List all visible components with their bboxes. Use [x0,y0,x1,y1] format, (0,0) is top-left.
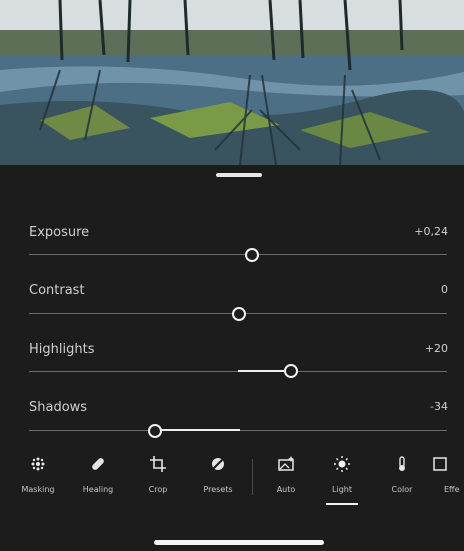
contrast-slider-thumb[interactable] [232,307,246,321]
tool-auto[interactable]: Auto [256,455,316,494]
highlights-slider-fill [238,370,284,372]
active-tab-indicator [326,503,358,505]
exposure-slider-thumb[interactable] [245,248,259,262]
crop-icon [128,455,188,479]
slider-label: Contrast [29,283,85,298]
tool-bar: Masking Healing Crop Presets Auto Light … [0,455,464,525]
tool-crop[interactable]: Crop [128,455,188,494]
tool-light[interactable]: Light [312,455,372,494]
tool-masking[interactable]: Masking [8,455,68,494]
slider-row-contrast: Contrast 0 [0,283,464,341]
slider-row-exposure: Exposure +0,24 [0,225,464,283]
toolbar-divider [252,459,253,495]
shadows-slider-thumb[interactable] [148,424,162,438]
exposure-slider-track[interactable] [29,254,447,255]
tool-label: Healing [82,485,114,494]
tool-effects[interactable]: Effe [424,455,464,494]
slider-value: +0,24 [414,225,448,238]
photo-preview [0,0,464,165]
tool-label: Presets [203,485,233,494]
masking-icon [8,455,68,479]
tool-label: Auto [276,485,296,494]
home-indicator[interactable] [154,540,324,545]
presets-icon [188,455,248,479]
slider-value: +20 [424,342,448,355]
drag-handle[interactable] [216,173,262,177]
tool-label: Masking [21,485,55,494]
tool-healing[interactable]: Healing [68,455,128,494]
tool-label: Crop [148,485,168,494]
tool-label: Color [391,485,413,494]
slider-label: Exposure [29,225,90,240]
tool-label: Light [332,485,352,494]
slider-row-shadows: Shadows -34 [0,400,464,458]
shadows-slider-fill [160,429,240,431]
tool-color[interactable]: Color [372,455,432,494]
auto-icon [256,455,316,479]
slider-value: -34 [430,400,448,413]
light-icon [312,455,372,479]
adjustment-panel: Exposure +0,24 Contrast 0 Highlights +20… [0,165,464,551]
highlights-slider-thumb[interactable] [284,364,298,378]
tool-presets[interactable]: Presets [188,455,248,494]
slider-label: Highlights [29,342,95,357]
slider-label: Shadows [29,400,88,415]
slider-value: 0 [441,283,448,296]
slider-row-highlights: Highlights +20 [0,342,464,400]
effects-icon [432,455,464,479]
tool-label: Effe [444,485,460,494]
healing-icon [68,455,128,479]
color-icon [372,455,432,479]
